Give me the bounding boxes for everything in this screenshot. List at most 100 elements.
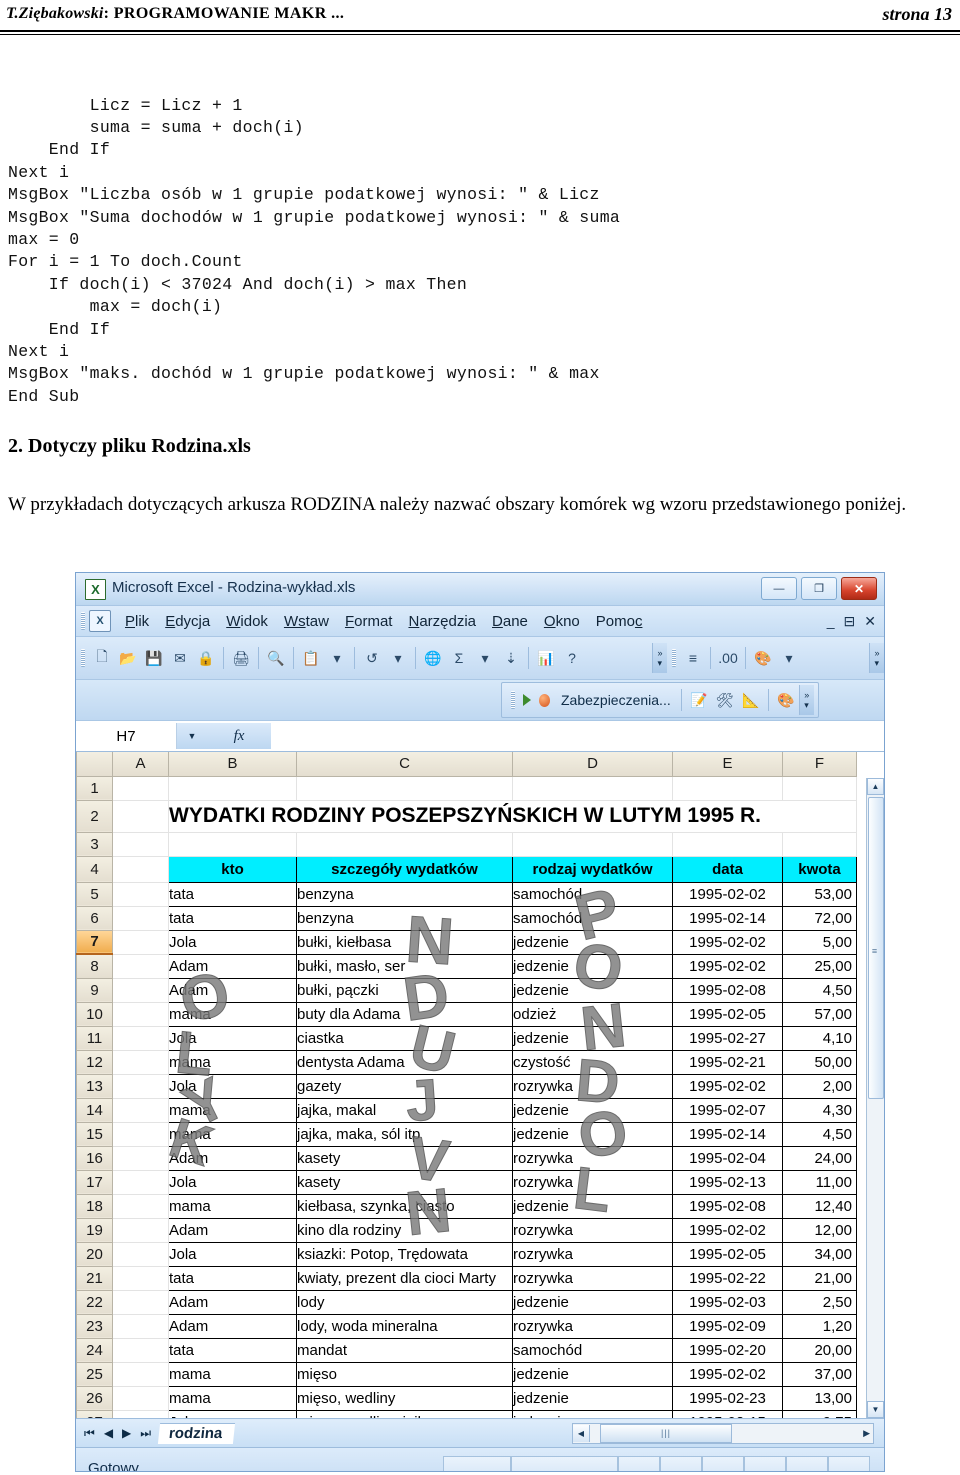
cell-A12[interactable] xyxy=(112,1049,169,1075)
horizontal-scrollbar[interactable]: ◀ ||| ▶ xyxy=(572,1422,874,1444)
cell-F6[interactable]: 72,00 xyxy=(782,905,857,931)
cell-A6[interactable] xyxy=(112,905,169,931)
menu-item-narzedzia[interactable]: Narzędzia xyxy=(400,611,484,632)
row-header-26[interactable]: 26 xyxy=(76,1385,113,1411)
cell-B11[interactable]: Jola xyxy=(168,1025,297,1051)
cell-F10[interactable]: 57,00 xyxy=(782,1001,857,1027)
cell-E21[interactable]: 1995-02-22 xyxy=(672,1265,783,1291)
restore-button[interactable]: ❐ xyxy=(801,577,837,600)
row-header-25[interactable]: 25 xyxy=(76,1361,113,1387)
cell-B17[interactable]: Jola xyxy=(168,1169,297,1195)
cell-D11[interactable]: jedzenie xyxy=(512,1025,673,1051)
cell-A9[interactable] xyxy=(112,977,169,1003)
cell-D21[interactable]: rozrywka xyxy=(512,1265,673,1291)
cell-A26[interactable] xyxy=(112,1385,169,1411)
cell-D18[interactable]: jedzenie xyxy=(512,1193,673,1219)
table-header-szczegoly[interactable]: szczegóły wydatków xyxy=(296,855,513,883)
row-header-18[interactable]: 18 xyxy=(76,1193,113,1219)
cell-A13[interactable] xyxy=(112,1073,169,1099)
name-box[interactable]: H7 xyxy=(76,723,177,749)
cell-E18[interactable]: 1995-02-08 xyxy=(672,1193,783,1219)
cell-D10[interactable]: odzież xyxy=(512,1001,673,1027)
row-header-1[interactable]: 1 xyxy=(76,775,113,801)
cell-F8[interactable]: 25,00 xyxy=(782,953,857,979)
menubar-grip-handle[interactable] xyxy=(81,612,85,630)
cell-F13[interactable]: 2,00 xyxy=(782,1073,857,1099)
row-header-14[interactable]: 14 xyxy=(76,1097,113,1123)
cell-A21[interactable] xyxy=(112,1265,169,1291)
cell-A16[interactable] xyxy=(112,1145,169,1171)
cell-A4[interactable] xyxy=(112,855,169,883)
cell-A15[interactable] xyxy=(112,1121,169,1147)
column-header-D[interactable]: D xyxy=(512,752,673,777)
row-header-23[interactable]: 23 xyxy=(76,1313,113,1339)
cell-D7[interactable]: jedzenie xyxy=(512,929,673,955)
cell-C19[interactable]: kino dla rodziny xyxy=(296,1217,513,1243)
cell-F25[interactable]: 37,00 xyxy=(782,1361,857,1387)
row-header-5[interactable]: 5 xyxy=(76,881,113,907)
cell-B3[interactable] xyxy=(168,831,297,857)
cell-B10[interactable]: mama xyxy=(168,1001,297,1027)
cell-D20[interactable]: rozrywka xyxy=(512,1241,673,1267)
save-icon[interactable]: 💾 xyxy=(142,646,166,670)
cell-D25[interactable]: jedzenie xyxy=(512,1361,673,1387)
fill-color-icon[interactable]: 🎨 xyxy=(751,646,775,670)
row-header-22[interactable]: 22 xyxy=(76,1289,113,1315)
cell-D5[interactable]: samochód xyxy=(512,881,673,907)
cell-A18[interactable] xyxy=(112,1193,169,1219)
cell-C24[interactable]: mandat xyxy=(296,1337,513,1363)
last-sheet-icon[interactable]: ⏭ xyxy=(140,1426,151,1441)
play-macro-icon[interactable] xyxy=(523,694,531,706)
menu-item-edycja[interactable]: Edycja xyxy=(157,611,218,632)
record-macro-icon[interactable] xyxy=(539,693,550,707)
cell-C3[interactable] xyxy=(296,831,513,857)
cell-D1[interactable] xyxy=(512,775,673,801)
cell-E16[interactable]: 1995-02-04 xyxy=(672,1145,783,1171)
menu-item-dane[interactable]: Dane xyxy=(484,611,536,632)
cell-B25[interactable]: mama xyxy=(168,1361,297,1387)
fill-dropdown-icon[interactable]: ▾ xyxy=(777,646,801,670)
formatting-toolbar-overflow-button[interactable]: » ▾ xyxy=(869,643,884,673)
autosum-dropdown-icon[interactable]: ▾ xyxy=(473,646,497,670)
cell-F14[interactable]: 4,30 xyxy=(782,1097,857,1123)
row-header-9[interactable]: 9 xyxy=(76,977,113,1003)
cell-D26[interactable]: jedzenie xyxy=(512,1385,673,1411)
permission-icon[interactable]: 🔒 xyxy=(194,646,218,670)
cell-E27[interactable]: 1995-02-15 xyxy=(672,1409,783,1418)
visual-basic-editor-icon[interactable]: 📝 xyxy=(687,688,711,712)
table-header-kto[interactable]: kto xyxy=(168,855,297,883)
cell-A24[interactable] xyxy=(112,1337,169,1363)
toolbar-overflow-button[interactable]: » ▾ xyxy=(652,643,667,673)
cell-A22[interactable] xyxy=(112,1289,169,1315)
cell-E9[interactable]: 1995-02-08 xyxy=(672,977,783,1003)
paste-dropdown-icon[interactable]: ▾ xyxy=(325,646,349,670)
column-header-B[interactable]: B xyxy=(168,752,297,777)
cell-F24[interactable]: 20,00 xyxy=(782,1337,857,1363)
security-toolbar-grip[interactable] xyxy=(511,691,515,709)
cell-C14[interactable]: jajka, makal xyxy=(296,1097,513,1123)
cell-E12[interactable]: 1995-02-21 xyxy=(672,1049,783,1075)
email-icon[interactable]: ✉ xyxy=(168,646,192,670)
cell-F1[interactable] xyxy=(782,775,857,801)
row-header-16[interactable]: 16 xyxy=(76,1145,113,1171)
cell-B22[interactable]: Adam xyxy=(168,1289,297,1315)
cell-D13[interactable]: rozrywka xyxy=(512,1073,673,1099)
cell-F23[interactable]: 1,20 xyxy=(782,1313,857,1339)
cell-C16[interactable]: kasety xyxy=(296,1145,513,1171)
table-header-data[interactable]: data xyxy=(672,855,783,883)
mdi-close-button[interactable]: ✕ xyxy=(864,613,876,630)
cell-E6[interactable]: 1995-02-14 xyxy=(672,905,783,931)
table-header-kwota[interactable]: kwota xyxy=(782,855,857,883)
row-header-7[interactable]: 7 xyxy=(76,929,113,955)
cell-E15[interactable]: 1995-02-14 xyxy=(672,1121,783,1147)
cell-B26[interactable]: mama xyxy=(168,1385,297,1411)
cell-D22[interactable]: jedzenie xyxy=(512,1289,673,1315)
cell-E8[interactable]: 1995-02-02 xyxy=(672,953,783,979)
cell-E1[interactable] xyxy=(672,775,783,801)
row-header-2[interactable]: 2 xyxy=(76,799,113,833)
row-header-13[interactable]: 13 xyxy=(76,1073,113,1099)
cell-C13[interactable]: gazety xyxy=(296,1073,513,1099)
cell-C1[interactable] xyxy=(296,775,513,801)
next-sheet-icon[interactable]: ▶ xyxy=(122,1426,131,1440)
cell-A17[interactable] xyxy=(112,1169,169,1195)
